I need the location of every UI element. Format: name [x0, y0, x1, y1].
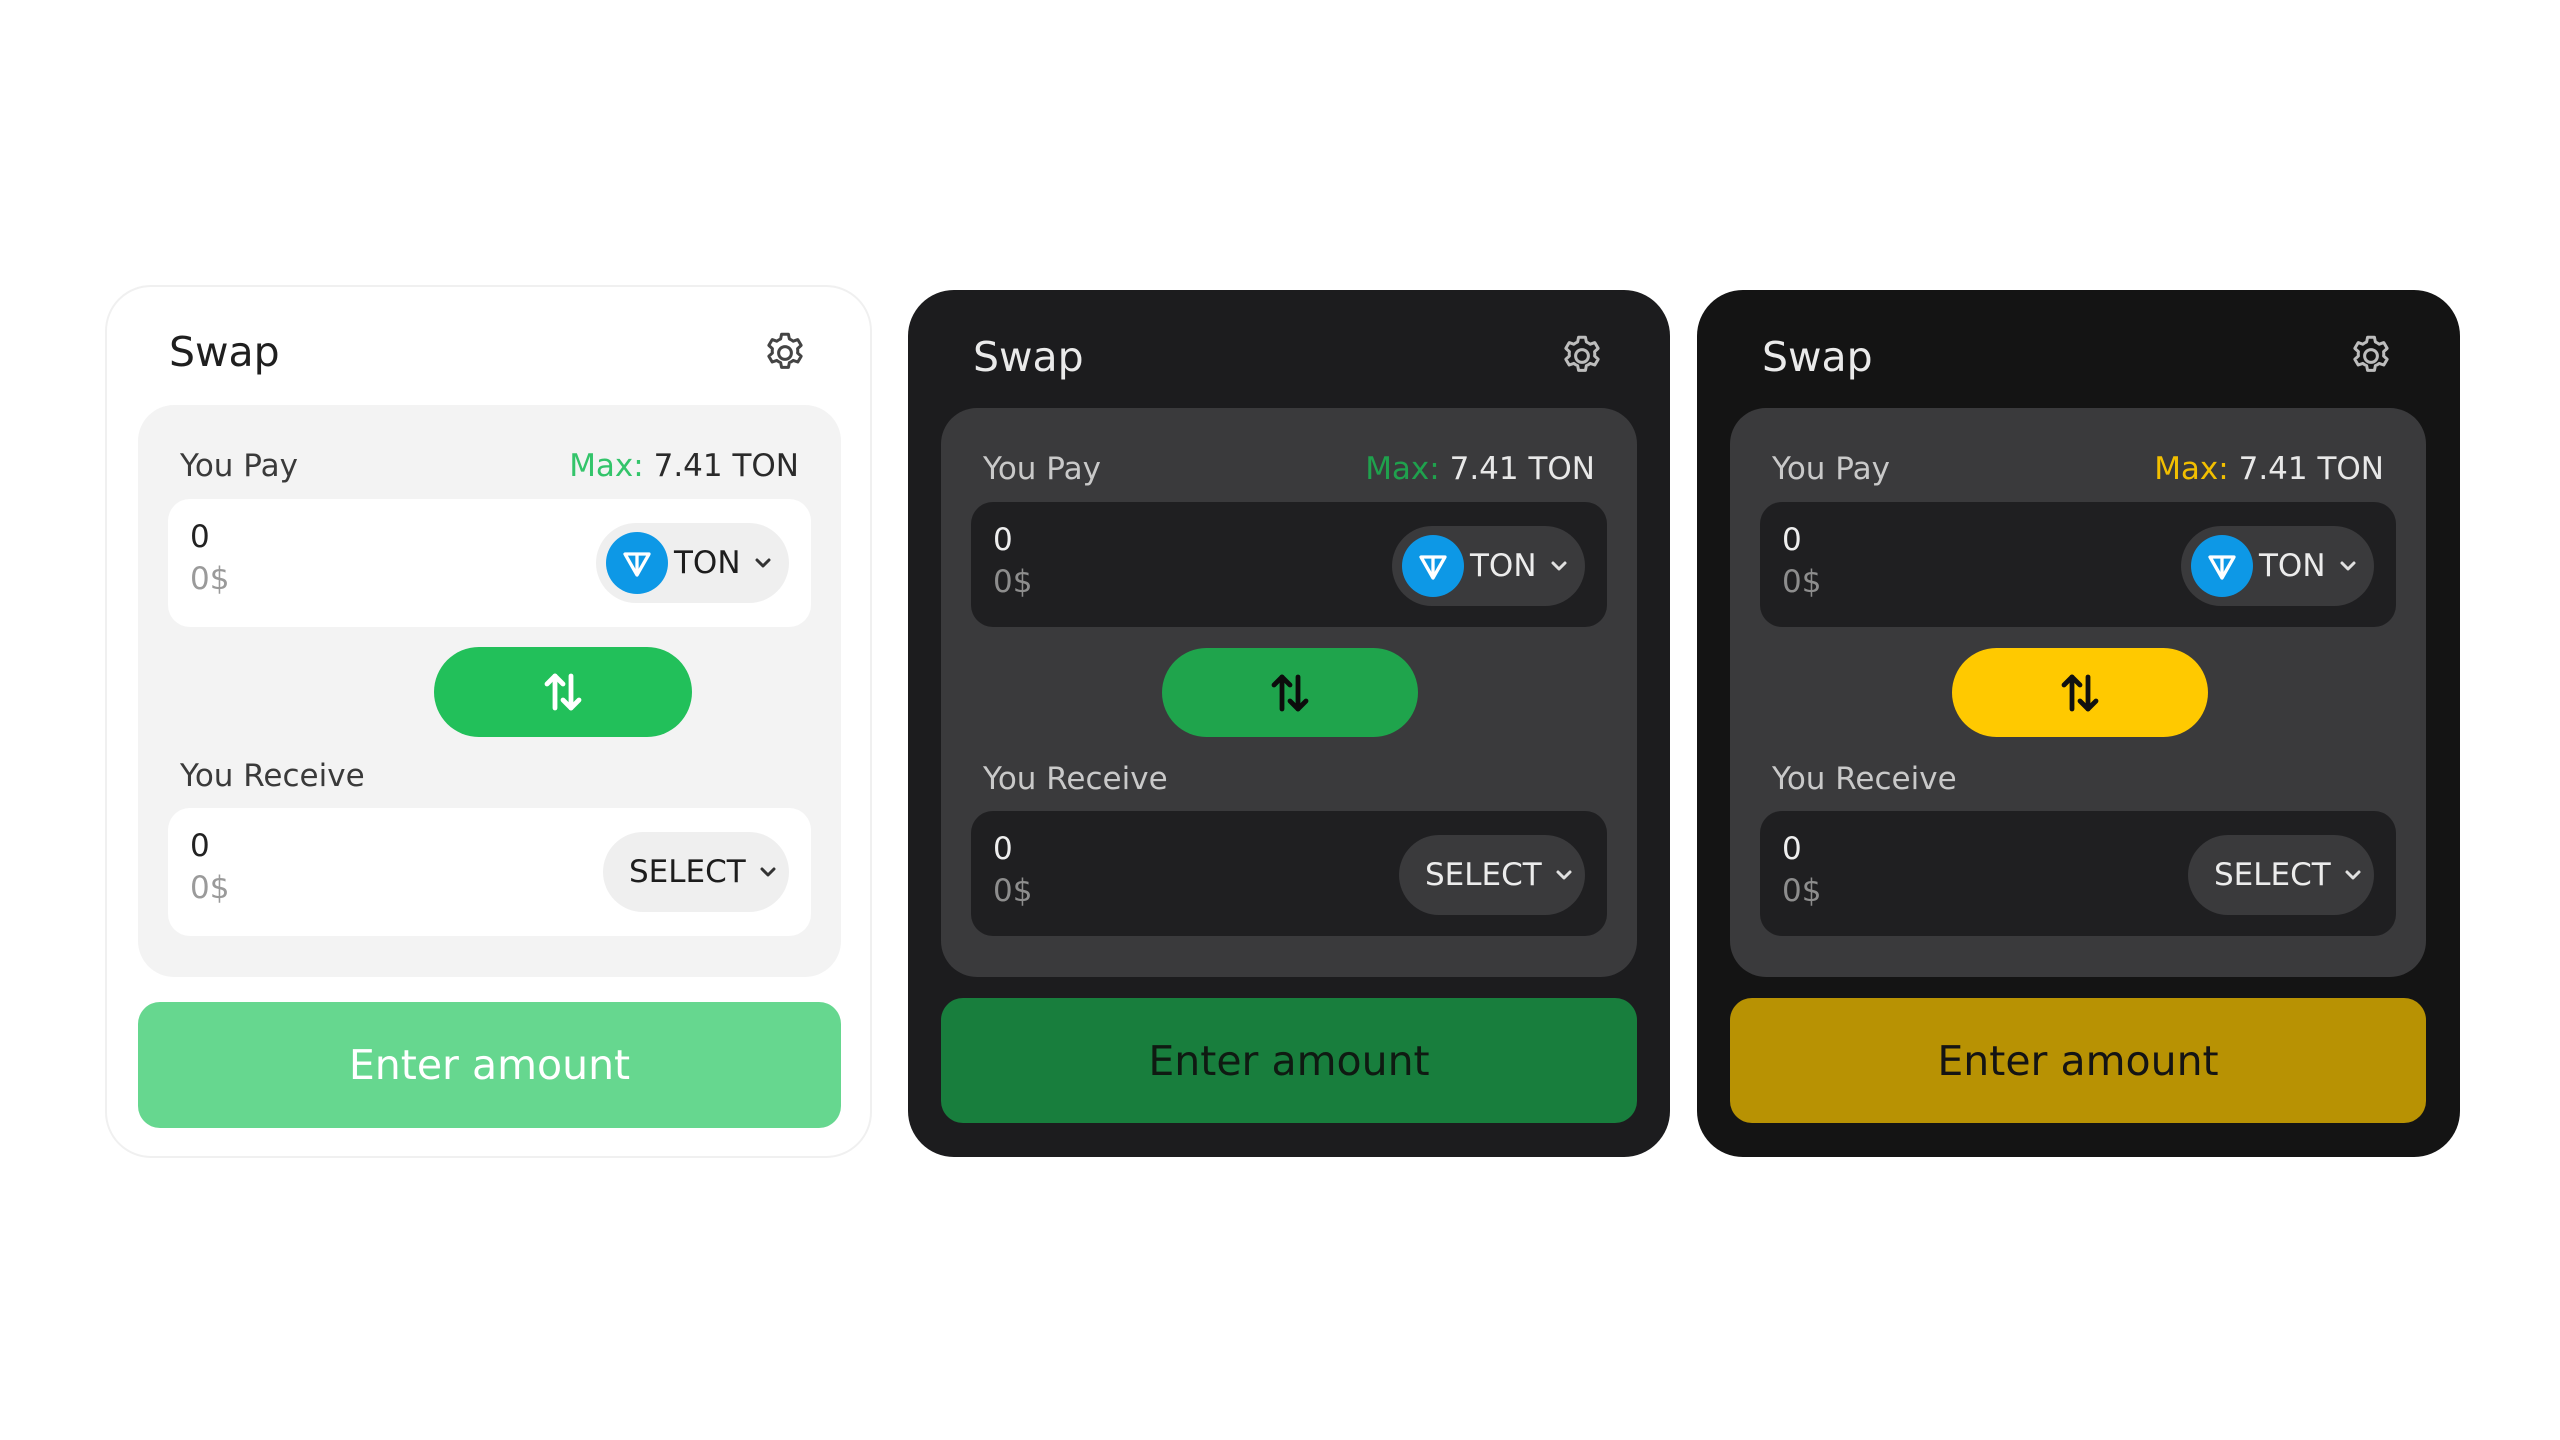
- ton-logo-icon: [2191, 535, 2253, 597]
- receive-usd-value: 0$: [190, 870, 230, 906]
- swap-direction-button[interactable]: [1162, 648, 1418, 737]
- chevron-down-icon: [760, 867, 776, 877]
- max-key: Max:: [2154, 451, 2229, 487]
- max-value: 7.41 TON: [1449, 451, 1595, 487]
- swap-direction-button[interactable]: [434, 647, 692, 737]
- max-balance[interactable]: Max: 7.41 TON: [1365, 450, 1595, 488]
- receive-usd-value: 0$: [993, 873, 1033, 909]
- max-key: Max:: [569, 448, 644, 484]
- receive-token-label: SELECT: [629, 854, 746, 890]
- max-key: Max:: [1365, 451, 1440, 487]
- swap-arrows-icon: [1271, 674, 1309, 711]
- chevron-down-icon: [2340, 561, 2356, 571]
- pay-amount-field[interactable]: 0 0$ TON: [971, 502, 1607, 627]
- receive-amount-value: 0: [1782, 831, 1802, 867]
- you-pay-label: You Pay: [180, 448, 298, 484]
- pay-token-selector[interactable]: TON: [596, 523, 789, 603]
- max-balance[interactable]: Max: 7.41 TON: [569, 447, 799, 485]
- swap-panel: You Pay Max: 7.41 TON 0 0$ TON You Recei…: [1730, 408, 2426, 977]
- receive-amount-field[interactable]: 0 0$ SELECT: [971, 811, 1607, 936]
- card-title: Swap: [1762, 333, 1873, 381]
- pay-amount-field[interactable]: 0 0$ TON: [1760, 502, 2396, 627]
- receive-amount-value: 0: [993, 831, 1013, 867]
- gear-icon[interactable]: [2347, 332, 2395, 380]
- swap-card-gold: Swap You Pay Max: 7.41 TON 0 0$ TON You …: [1697, 290, 2460, 1157]
- ton-logo-icon: [1402, 535, 1464, 597]
- chevron-down-icon: [2345, 870, 2361, 880]
- pay-amount-input[interactable]: 0: [993, 522, 1013, 558]
- you-pay-label: You Pay: [1772, 451, 1890, 487]
- receive-token-selector[interactable]: SELECT: [2188, 835, 2374, 915]
- swap-arrows-icon: [2061, 674, 2099, 711]
- chevron-down-icon: [1551, 561, 1567, 571]
- receive-token-label: SELECT: [2214, 857, 2331, 893]
- swap-panel: You Pay Max: 7.41 TON 0 0$ TON You Recei…: [138, 405, 841, 977]
- max-value: 7.41 TON: [2238, 451, 2384, 487]
- card-title: Swap: [169, 328, 280, 376]
- you-pay-label: You Pay: [983, 451, 1101, 487]
- pay-amount-input[interactable]: 0: [190, 519, 210, 555]
- receive-amount-field[interactable]: 0 0$ SELECT: [1760, 811, 2396, 936]
- swap-direction-button[interactable]: [1952, 648, 2208, 737]
- swap-card-light: Swap You Pay Max: 7.41 TON 0 0$ TON You …: [105, 285, 872, 1158]
- receive-amount-field[interactable]: 0 0$ SELECT: [168, 808, 811, 936]
- pay-token-label: TON: [1470, 548, 1537, 584]
- enter-amount-button[interactable]: Enter amount: [138, 1002, 841, 1128]
- stage: Swap You Pay Max: 7.41 TON 0 0$ TON You …: [0, 0, 2560, 1440]
- swap-panel: You Pay Max: 7.41 TON 0 0$ TON You Recei…: [941, 408, 1637, 977]
- gear-icon[interactable]: [761, 329, 809, 377]
- swap-card-dark: Swap You Pay Max: 7.41 TON 0 0$ TON You …: [908, 290, 1670, 1157]
- receive-usd-value: 0$: [1782, 873, 1822, 909]
- receive-token-selector[interactable]: SELECT: [603, 832, 789, 912]
- receive-token-label: SELECT: [1425, 857, 1542, 893]
- chevron-down-icon: [755, 558, 771, 568]
- pay-usd-value: 0$: [993, 564, 1033, 600]
- pay-token-label: TON: [674, 545, 741, 581]
- enter-amount-button[interactable]: Enter amount: [1730, 998, 2426, 1123]
- pay-amount-input[interactable]: 0: [1782, 522, 1802, 558]
- pay-usd-value: 0$: [190, 561, 230, 597]
- card-title: Swap: [973, 333, 1084, 381]
- pay-amount-field[interactable]: 0 0$ TON: [168, 499, 811, 627]
- pay-token-selector[interactable]: TON: [1392, 526, 1585, 606]
- receive-token-selector[interactable]: SELECT: [1399, 835, 1585, 915]
- you-receive-label: You Receive: [180, 758, 365, 794]
- receive-amount-value: 0: [190, 828, 210, 864]
- pay-usd-value: 0$: [1782, 564, 1822, 600]
- pay-token-selector[interactable]: TON: [2181, 526, 2374, 606]
- pay-token-label: TON: [2259, 548, 2326, 584]
- chevron-down-icon: [1556, 870, 1572, 880]
- gear-icon[interactable]: [1558, 332, 1606, 380]
- you-receive-label: You Receive: [983, 761, 1168, 797]
- max-value: 7.41 TON: [653, 448, 799, 484]
- ton-logo-icon: [606, 532, 668, 594]
- max-balance[interactable]: Max: 7.41 TON: [2154, 450, 2384, 488]
- swap-arrows-icon: [544, 673, 582, 711]
- you-receive-label: You Receive: [1772, 761, 1957, 797]
- enter-amount-button[interactable]: Enter amount: [941, 998, 1637, 1123]
